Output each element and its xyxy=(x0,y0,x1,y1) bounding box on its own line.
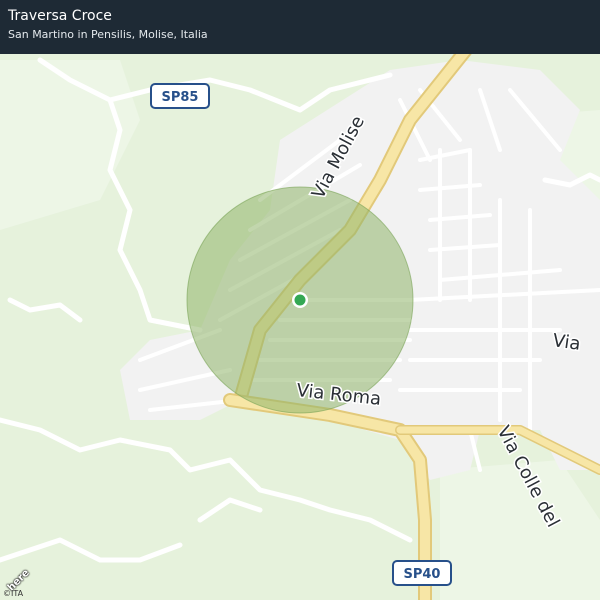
street-label-via: Via xyxy=(551,330,582,355)
road-shield-sp85: SP85 xyxy=(150,83,210,109)
location-subtitle: San Martino in Pensilis, Molise, Italia xyxy=(8,28,208,41)
svg-text:SP85: SP85 xyxy=(162,90,199,105)
map-canvas[interactable]: Via Molise Via Roma Via Via Colle del SP… xyxy=(0,0,600,600)
location-dot-icon[interactable] xyxy=(292,292,308,308)
location-header: Traversa Croce San Martino in Pensilis, … xyxy=(0,0,600,54)
location-title: Traversa Croce xyxy=(8,8,112,24)
road-shield-sp40: SP40 xyxy=(392,560,452,586)
svg-text:SP40: SP40 xyxy=(404,567,441,582)
map-copyright: ©ITA xyxy=(3,589,24,598)
